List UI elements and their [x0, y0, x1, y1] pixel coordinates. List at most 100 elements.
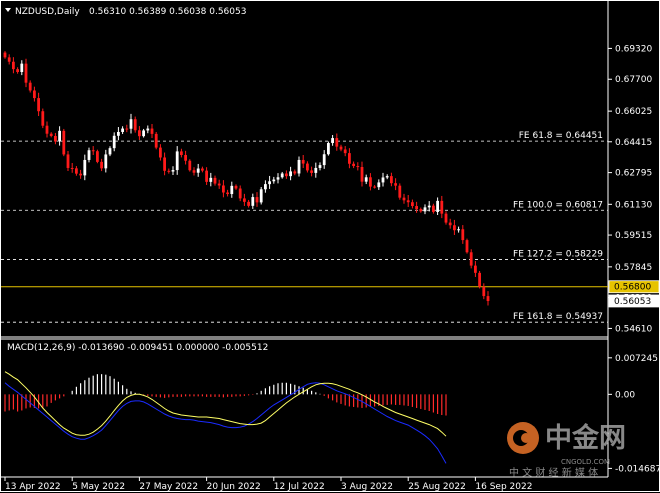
fib-label-0: FE 61.8 = 0.64451 [519, 131, 603, 141]
candle-body-10 [45, 125, 49, 134]
candle-body-61 [259, 189, 263, 203]
candle-body-103 [436, 200, 439, 212]
candle-body-62 [264, 184, 267, 190]
price-line-tag-label: 0.56800 [614, 283, 651, 293]
candle-body-69 [293, 171, 297, 174]
candle-body-111 [469, 252, 473, 266]
candle-body-99 [419, 209, 423, 212]
candle-body-27 [117, 131, 120, 136]
time-tick-label-2: 27 May 2022 [139, 482, 198, 492]
symbol-dropdown-icon[interactable] [5, 8, 11, 12]
candle-body-78 [331, 138, 334, 144]
candle-body-9 [41, 111, 45, 126]
candle-body-22 [96, 151, 99, 162]
macd-tick-label-1: 0.00 [615, 390, 635, 400]
candle-body-100 [423, 207, 427, 212]
candle-body-38 [163, 157, 166, 171]
pane-frames [1, 1, 609, 478]
candle-body-115 [486, 296, 490, 302]
candle-body-72 [306, 163, 309, 171]
macd-axis: 0.007245 0.00 -0.014687 [608, 354, 660, 474]
candle-body-92 [390, 176, 393, 184]
candle-body-34 [146, 128, 150, 131]
time-tick-label-1: 5 May 2022 [72, 482, 125, 492]
candle-body-110 [465, 240, 469, 253]
candle-body-17 [75, 168, 78, 174]
candle-body-46 [196, 168, 200, 173]
candle-body-84 [356, 166, 360, 168]
candle-body-16 [70, 167, 74, 169]
candle-body-86 [364, 177, 368, 182]
candle-body-90 [381, 177, 385, 183]
candle-body-107 [453, 225, 456, 231]
candle-body-89 [377, 182, 381, 188]
candle-body-97 [411, 202, 414, 207]
candle-body-58 [247, 201, 250, 206]
candle-body-33 [142, 130, 145, 137]
ohlc-values: 0.56310 0.56389 0.56038 0.56053 [89, 7, 246, 17]
candle-body-65 [276, 177, 280, 180]
candle-body-57 [243, 198, 246, 202]
price-tick-label-6: 0.59515 [615, 231, 652, 241]
candle-body-11 [49, 133, 53, 136]
time-tick-label-5: 3 Aug 2022 [341, 482, 393, 492]
candle-body-91 [385, 176, 389, 178]
fib-label-3: FE 161.8 = 0.54937 [513, 312, 603, 322]
price-axis: 0.69320 0.67700 0.66025 0.64415 0.62795 0.611… [608, 44, 660, 334]
candle-body-21 [91, 150, 95, 152]
candle-body-106 [448, 222, 452, 226]
fibonacci-levels: FE 61.8 = 0.64451 FE 100.0 = 0.60817 FE 12… [1, 131, 608, 323]
candle-body-28 [121, 128, 124, 132]
nzdusd-chart[interactable]: NZDUSD,Daily 0.56310 0.56389 0.56038 0.5… [0, 0, 660, 492]
candle-body-81 [343, 149, 347, 154]
candle-body-37 [159, 147, 162, 158]
candle-body-7 [33, 90, 36, 99]
candle-body-6 [28, 82, 32, 91]
candle-body-82 [348, 153, 351, 164]
candle-body-73 [310, 170, 313, 173]
candle-body-39 [167, 170, 171, 172]
candle-body-20 [87, 150, 91, 160]
candle-body-70 [297, 159, 301, 174]
macd-main-line[interactable] [4, 382, 447, 464]
candle-body-24 [104, 154, 108, 169]
candle-body-40 [171, 170, 175, 172]
candle-body-44 [188, 160, 192, 171]
candle-body-54 [230, 185, 234, 195]
watermark-tagline: 中 文 财 经 新 媒 体 [509, 466, 598, 479]
candle-body-14 [62, 130, 66, 155]
fib-label-1: FE 100.0 = 0.60817 [513, 200, 603, 210]
macd-header: MACD(12,26,9) -0.013690 -0.009451 0.0000… [7, 343, 268, 353]
candle-body-114 [482, 286, 486, 297]
candle-body-112 [474, 265, 477, 273]
candle-body-48 [205, 170, 208, 182]
price-tick-label-1: 0.67700 [615, 75, 652, 85]
candle-body-31 [133, 119, 137, 131]
candle-body-109 [461, 229, 465, 241]
price-tick-label-4: 0.62795 [615, 169, 652, 179]
candle-body-3 [16, 69, 19, 73]
price-tick-label-5: 0.61130 [615, 200, 652, 210]
current-price-tag-label: 0.56053 [614, 297, 651, 307]
candle-body-23 [100, 161, 103, 169]
candle-body-32 [138, 130, 141, 137]
candle-body-63 [268, 181, 271, 185]
candle-body-108 [457, 229, 460, 231]
candle-body-19 [83, 159, 87, 176]
time-tick-label-3: 20 Jun 2022 [207, 482, 261, 492]
candle-body-102 [432, 205, 435, 212]
macd-lines [4, 371, 447, 464]
candle-body-8 [37, 98, 40, 112]
candle-body-13 [58, 130, 61, 142]
candle-body-4 [20, 63, 24, 73]
macd-tick-label-0: 0.007245 [615, 354, 658, 364]
candle-body-2 [12, 61, 15, 70]
main-header: NZDUSD,Daily 0.56310 0.56389 0.56038 0.5… [5, 7, 246, 17]
candle-body-30 [129, 119, 133, 129]
watermark-logo-text: 中金网 [545, 422, 626, 454]
candle-body-75 [318, 165, 322, 168]
price-tick-label-2: 0.66025 [615, 107, 652, 117]
candle-body-43 [184, 155, 187, 161]
candle-body-45 [192, 170, 196, 173]
price-tick-label-7: 0.57845 [615, 263, 652, 273]
